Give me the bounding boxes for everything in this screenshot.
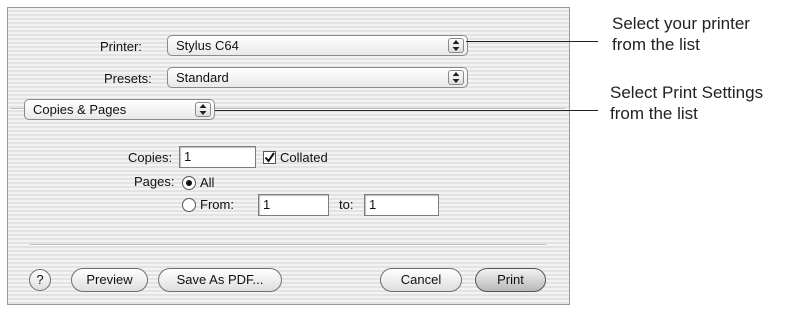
printer-callout-line2: from the list: [612, 35, 700, 54]
preview-button[interactable]: Preview: [71, 268, 148, 292]
printer-popup-value: Stylus C64: [176, 38, 239, 53]
panel-popup-value: Copies & Pages: [33, 102, 127, 117]
settings-callout-line: [212, 110, 598, 111]
pages-all-radio[interactable]: [182, 176, 196, 190]
copies-field[interactable]: 1: [179, 146, 256, 168]
cancel-button[interactable]: Cancel: [380, 268, 462, 292]
print-dialog: Printer: Stylus C64 Presets: Standard Co…: [7, 7, 570, 305]
printer-popup[interactable]: Stylus C64: [167, 35, 468, 56]
pages-from-field[interactable]: 1: [258, 194, 329, 216]
printer-callout-line1: Select your printer: [612, 14, 750, 33]
checkmark-icon: [264, 152, 275, 163]
pages-to-label: to:: [339, 197, 354, 212]
collated-label: Collated: [280, 150, 328, 165]
pages-to-field[interactable]: 1: [364, 194, 439, 216]
up-down-arrows-icon: [448, 70, 464, 85]
help-button[interactable]: ?: [29, 269, 51, 291]
panel-popup[interactable]: Copies & Pages: [24, 99, 215, 120]
settings-callout-text: Select Print Settings from the list: [610, 82, 763, 124]
printer-callout-text: Select your printer from the list: [612, 13, 750, 55]
copies-label: Copies:: [128, 150, 173, 165]
presets-label: Presets:: [104, 71, 152, 86]
radio-dot-icon: [186, 180, 192, 186]
collated-checkbox[interactable]: [263, 151, 276, 164]
printer-label: Printer:: [100, 39, 142, 54]
pages-from-label: From:: [200, 197, 234, 212]
help-icon: ?: [36, 272, 44, 287]
print-button[interactable]: Print: [475, 268, 546, 292]
pages-all-label: All: [200, 175, 215, 190]
settings-callout-line2: from the list: [610, 104, 698, 123]
up-down-arrows-icon: [195, 102, 211, 117]
presets-popup[interactable]: Standard: [167, 67, 468, 88]
settings-callout-line1: Select Print Settings: [610, 83, 764, 102]
presets-popup-value: Standard: [176, 70, 229, 85]
printer-callout-line: [466, 41, 598, 42]
pages-label: Pages:: [134, 174, 175, 189]
save-as-pdf-button[interactable]: Save As PDF...: [158, 268, 282, 292]
pages-from-radio[interactable]: [182, 198, 196, 212]
separator-bottom-highlight: [30, 245, 546, 246]
up-down-arrows-icon: [448, 38, 464, 53]
